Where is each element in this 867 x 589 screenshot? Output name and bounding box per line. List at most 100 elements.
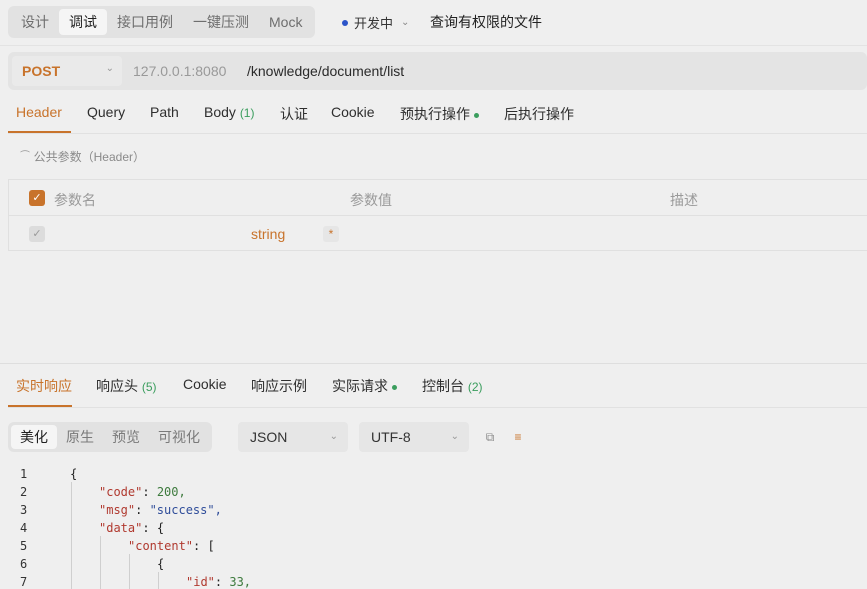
eye-off-icon: ⏜ xyxy=(20,151,30,162)
indent-guide xyxy=(158,572,159,589)
line-number: 3 xyxy=(20,503,28,517)
method-label: POST xyxy=(22,63,61,79)
indent-guide xyxy=(100,536,101,589)
mode-load-test[interactable]: 一键压测 xyxy=(183,9,259,35)
json-value: 33, xyxy=(229,575,252,589)
line-number: 5 xyxy=(20,539,28,553)
tab-post-script[interactable]: 后执行操作 xyxy=(504,104,574,124)
code-line: "content": [ xyxy=(128,539,215,553)
tab-response-example[interactable]: 响应示例 xyxy=(251,376,307,396)
indent-guide xyxy=(129,554,130,589)
col-param-name: 参数名 xyxy=(54,192,96,208)
tab-body-label: Body xyxy=(204,104,236,120)
json-value: [ xyxy=(207,539,215,553)
param-type[interactable]: string xyxy=(251,226,285,242)
url-bar: POST ⌄ 127.0.0.1:8080 /knowledge/documen… xyxy=(8,52,867,90)
code-text: { xyxy=(70,467,78,481)
mode-bar: 设计 调试 接口用例 一键压测 Mock 开发中 ⌄ 查询有权限的文件 xyxy=(0,0,867,46)
line-number: 2 xyxy=(20,485,28,499)
code-line: "msg": "success", xyxy=(99,503,222,517)
header-param-table: ✓ 参数名 参数值 描述 ✓ string * xyxy=(8,179,867,251)
mode-switcher: 设计 调试 接口用例 一键压测 Mock xyxy=(8,6,316,38)
format-pretty[interactable]: 美化 xyxy=(11,425,57,449)
response-format-value: JSON xyxy=(250,429,288,445)
copy-icon[interactable]: ⧉ xyxy=(482,429,498,445)
format-preview[interactable]: 预览 xyxy=(103,425,149,449)
tab-actual-request-label: 实际请求 xyxy=(332,378,388,394)
format-switcher: 美化 原生 预览 可视化 xyxy=(8,422,212,452)
method-select[interactable]: POST ⌄ xyxy=(12,56,122,86)
tab-actual-request[interactable]: 实际请求 xyxy=(332,376,397,396)
line-number: 7 xyxy=(20,575,28,589)
tab-body-count: (1) xyxy=(239,106,255,120)
tab-cookie[interactable]: Cookie xyxy=(331,104,375,120)
tab-body[interactable]: Body (1) xyxy=(204,104,254,120)
code-text: { xyxy=(157,557,165,571)
code-line: "data": { xyxy=(99,521,165,535)
tab-response-headers-label: 响应头 xyxy=(96,378,138,394)
code-line: "code": 200, xyxy=(99,485,186,499)
status-dot xyxy=(392,384,397,390)
line-number: 1 xyxy=(20,467,28,481)
response-format-select[interactable]: JSON ⌄ xyxy=(238,422,348,452)
col-param-value: 参数值 xyxy=(350,192,392,208)
required-toggle[interactable]: * xyxy=(323,226,339,242)
wrap-lines-icon[interactable]: ≡ xyxy=(510,429,526,445)
request-tabs: Header Query Path Body (1) 认证 Cookie 预执行… xyxy=(8,96,867,134)
active-tab-indicator xyxy=(8,405,72,407)
tab-header[interactable]: Header xyxy=(16,104,62,120)
response-code-view[interactable]: 1 { 2 "code": 200, 3 "msg": "success", 4… xyxy=(0,464,867,589)
public-params-toggle[interactable]: ⏜ 公共参数（Header） xyxy=(20,148,145,165)
table-header-row: ✓ 参数名 参数值 描述 xyxy=(9,180,867,216)
response-tabs: 实时响应 响应头 (5) Cookie 响应示例 实际请求 控制台 (2) xyxy=(8,368,867,408)
chevron-down-icon: ⌄ xyxy=(401,17,410,28)
environment-selector[interactable]: 开发中 ⌄ xyxy=(342,13,409,32)
col-description: 描述 xyxy=(670,192,698,208)
panel-splitter[interactable] xyxy=(0,363,867,364)
chevron-down-icon: ⌄ xyxy=(329,431,338,442)
tab-path[interactable]: Path xyxy=(150,104,179,120)
format-raw[interactable]: 原生 xyxy=(57,425,103,449)
tab-response-cookie[interactable]: Cookie xyxy=(183,376,227,392)
chevron-down-icon: ⌄ xyxy=(450,431,459,442)
format-visualize[interactable]: 可视化 xyxy=(149,425,209,449)
code-line: "id": 33, xyxy=(186,575,252,589)
public-params-label: 公共参数（Header） xyxy=(33,150,145,164)
env-status-dot xyxy=(342,19,348,26)
encoding-select[interactable]: UTF-8 ⌄ xyxy=(359,422,469,452)
tab-pre-label: 预执行操作 xyxy=(400,106,470,122)
active-tab-indicator xyxy=(8,131,71,133)
tab-console[interactable]: 控制台 (2) xyxy=(422,376,483,396)
tab-console-label: 控制台 xyxy=(422,378,464,394)
json-key: "msg" xyxy=(99,503,136,517)
tab-response-headers-count: (5) xyxy=(141,380,157,394)
api-name[interactable]: 查询有权限的文件 xyxy=(430,12,542,32)
tab-pre-script[interactable]: 预执行操作 xyxy=(400,104,479,124)
json-value: 200, xyxy=(156,485,186,499)
line-number: 4 xyxy=(20,521,28,535)
tab-response-headers[interactable]: 响应头 (5) xyxy=(96,376,157,396)
row-checkbox[interactable]: ✓ xyxy=(29,226,45,242)
status-dot xyxy=(474,112,479,118)
mode-debug[interactable]: 调试 xyxy=(59,9,107,35)
mode-design[interactable]: 设计 xyxy=(11,9,59,35)
mode-test-cases[interactable]: 接口用例 xyxy=(107,9,183,35)
json-key: "id" xyxy=(186,575,215,589)
select-all-checkbox[interactable]: ✓ xyxy=(29,190,45,206)
tab-auth[interactable]: 认证 xyxy=(280,104,308,124)
json-key: "content" xyxy=(128,539,194,553)
json-key: "code" xyxy=(99,485,143,499)
encoding-value: UTF-8 xyxy=(371,429,411,445)
indent-guide xyxy=(71,482,72,589)
tab-query[interactable]: Query xyxy=(87,104,125,120)
host-prefix: 127.0.0.1:8080 xyxy=(133,63,227,79)
table-row: ✓ string * xyxy=(9,216,867,252)
tab-live-response[interactable]: 实时响应 xyxy=(16,376,72,396)
url-path-input[interactable]: /knowledge/document/list xyxy=(247,63,404,79)
json-key: "data" xyxy=(99,521,143,535)
tab-console-count: (2) xyxy=(467,380,483,394)
line-number: 6 xyxy=(20,557,28,571)
chevron-down-icon: ⌄ xyxy=(105,63,114,74)
env-label: 开发中 xyxy=(354,16,394,31)
mode-mock[interactable]: Mock xyxy=(259,9,312,35)
